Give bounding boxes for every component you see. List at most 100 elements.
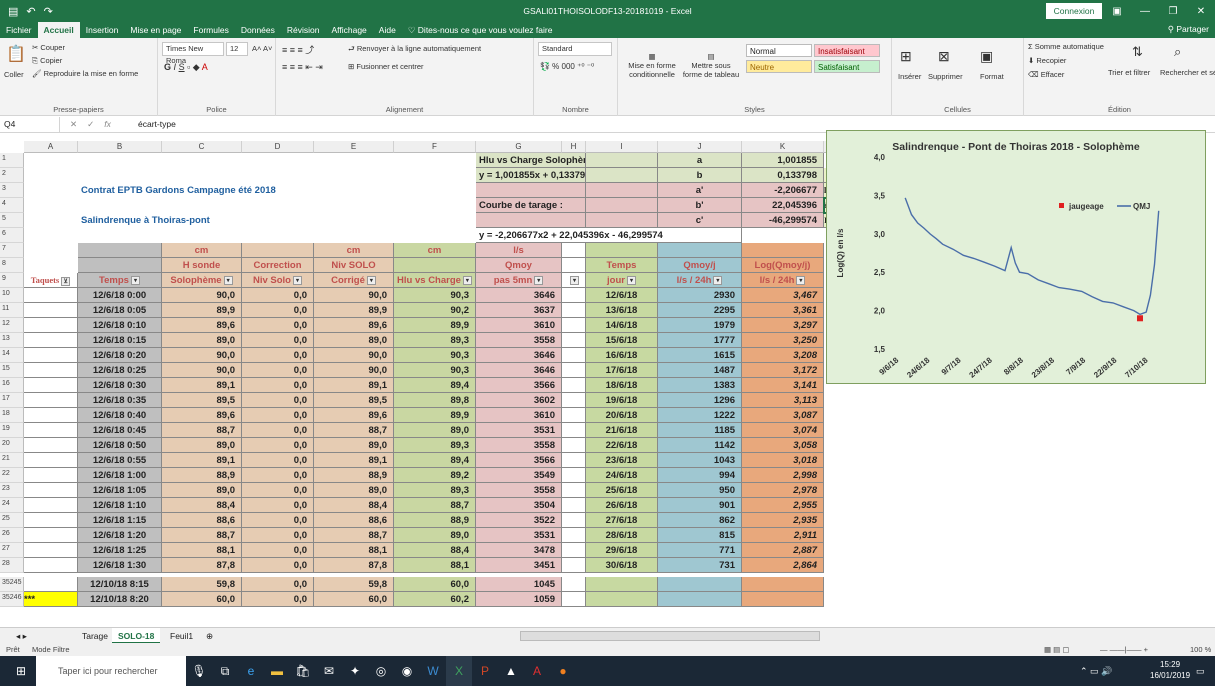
row-header[interactable]: 24: [0, 498, 24, 513]
data-cell[interactable]: 3558: [476, 483, 562, 498]
style-satisfaisant[interactable]: Satisfaisant: [814, 60, 880, 73]
cell-taquets[interactable]: [24, 363, 78, 378]
row-header[interactable]: 35246: [0, 592, 24, 607]
data-cell[interactable]: 3,297: [742, 318, 824, 333]
acrobat-icon[interactable]: A: [524, 656, 550, 686]
data-cell[interactable]: 815: [658, 528, 742, 543]
cell[interactable]: [562, 528, 586, 543]
fx-icon[interactable]: fx: [104, 119, 111, 130]
column-header[interactable]: I: [586, 141, 658, 153]
mic-icon[interactable]: 🎙: [186, 656, 212, 686]
data-cell[interactable]: 30/6/18: [586, 558, 658, 573]
cell[interactable]: [562, 558, 586, 573]
data-cell[interactable]: 89,0: [314, 438, 394, 453]
cell[interactable]: [586, 153, 658, 168]
data-cell[interactable]: 89,3: [394, 438, 476, 453]
data-cell[interactable]: 3,074: [742, 423, 824, 438]
wrap-text-button[interactable]: ⮐ Renvoyer à la ligne automatiquement: [348, 43, 481, 56]
format-cells-icon[interactable]: ▣: [980, 48, 993, 65]
style-normal[interactable]: Normal: [746, 44, 812, 57]
header-cell[interactable]: [78, 258, 162, 273]
cell-taquets[interactable]: ***: [24, 592, 78, 607]
row-header[interactable]: 18: [0, 408, 24, 423]
data-cell[interactable]: 0,0: [242, 528, 314, 543]
data-cell[interactable]: 90,3: [394, 363, 476, 378]
data-cell[interactable]: 0,0: [242, 303, 314, 318]
filter-dropdown-icon[interactable]: ▾: [293, 275, 302, 285]
cell[interactable]: [562, 592, 586, 607]
data-cell[interactable]: 26/6/18: [586, 498, 658, 513]
cell-taquets[interactable]: [24, 318, 78, 333]
tab-accueil[interactable]: Accueil: [37, 22, 80, 38]
find-icon[interactable]: ⌕: [1174, 44, 1181, 60]
data-cell[interactable]: 89,0: [162, 333, 242, 348]
column-header[interactable]: B: [78, 141, 162, 153]
header-cell[interactable]: [562, 243, 586, 258]
explorer-icon[interactable]: ▬: [264, 656, 290, 686]
bold-icon[interactable]: G I S ▫ ◆ A: [164, 62, 208, 73]
data-cell[interactable]: 1777: [658, 333, 742, 348]
header-cell[interactable]: l/s / 24h ▾: [742, 273, 824, 288]
data-cell[interactable]: 88,9: [162, 468, 242, 483]
data-cell[interactable]: 0,0: [242, 438, 314, 453]
row-header[interactable]: 9: [0, 273, 24, 288]
data-cell[interactable]: 90,0: [314, 348, 394, 363]
row-header[interactable]: 20: [0, 438, 24, 453]
data-cell[interactable]: 90,3: [394, 288, 476, 303]
cell-coef-label[interactable]: b': [658, 198, 742, 213]
cell-taquets[interactable]: [24, 378, 78, 393]
column-header[interactable]: H: [562, 141, 586, 153]
app-icon[interactable]: ✦: [342, 656, 368, 686]
data-cell[interactable]: 90,0: [162, 348, 242, 363]
data-cell[interactable]: 0,0: [242, 423, 314, 438]
data-cell[interactable]: 0,0: [242, 408, 314, 423]
header-cell[interactable]: jour ▾: [586, 273, 658, 288]
data-cell[interactable]: 0,0: [242, 543, 314, 558]
data-cell[interactable]: 1615: [658, 348, 742, 363]
cell-coef-label[interactable]: a': [658, 183, 742, 198]
row-header[interactable]: 11: [0, 303, 24, 318]
paste-button[interactable]: Coller: [4, 70, 24, 79]
data-cell[interactable]: [658, 577, 742, 592]
row-header[interactable]: 4: [0, 198, 24, 213]
data-cell[interactable]: 88,7: [314, 423, 394, 438]
align-icon[interactable]: ≡ ≡ ≡ ⤴: [282, 43, 314, 56]
data-cell[interactable]: 29/6/18: [586, 543, 658, 558]
data-cell[interactable]: 2,978: [742, 483, 824, 498]
data-cell[interactable]: 2295: [658, 303, 742, 318]
data-cell[interactable]: 3,113: [742, 393, 824, 408]
autosum-button[interactable]: Σ Somme automatique: [1028, 42, 1104, 51]
row-header[interactable]: 17: [0, 393, 24, 408]
cell[interactable]: [562, 333, 586, 348]
app-icon[interactable]: ◉: [394, 656, 420, 686]
data-cell[interactable]: 1045: [476, 577, 562, 592]
header-cell[interactable]: [586, 243, 658, 258]
row-header[interactable]: 7: [0, 243, 24, 258]
data-cell[interactable]: [658, 592, 742, 607]
word-icon[interactable]: W: [420, 656, 446, 686]
number-format-select[interactable]: Standard: [538, 42, 612, 56]
data-cell[interactable]: 12/6/18 0:25: [78, 363, 162, 378]
header-cell[interactable]: ▾: [562, 273, 586, 288]
data-cell[interactable]: 994: [658, 468, 742, 483]
column-header[interactable]: A: [24, 141, 78, 153]
cell-coef-value[interactable]: -46,299574: [742, 213, 824, 228]
data-cell[interactable]: 12/6/18 0:35: [78, 393, 162, 408]
cell[interactable]: [562, 393, 586, 408]
cell-taquets[interactable]: [24, 498, 78, 513]
cell[interactable]: [562, 513, 586, 528]
row-header[interactable]: 16: [0, 378, 24, 393]
data-cell[interactable]: 19/6/18: [586, 393, 658, 408]
cell-hlu-label[interactable]: Hlu vs Charge Solophème: [476, 153, 586, 168]
cut-button[interactable]: ✂ Couper: [32, 43, 65, 52]
cell-courbe[interactable]: [476, 183, 586, 198]
data-cell[interactable]: 3,018: [742, 453, 824, 468]
delete-button[interactable]: Supprimer: [928, 72, 963, 81]
data-cell[interactable]: 12/6/18 1:25: [78, 543, 162, 558]
header-cell[interactable]: [78, 243, 162, 258]
data-cell[interactable]: 89,9: [162, 303, 242, 318]
notification-icon[interactable]: ▭: [1196, 666, 1205, 677]
header-cell[interactable]: l/s / 24h ▾: [658, 273, 742, 288]
header-cell[interactable]: Qmoy: [476, 258, 562, 273]
cell[interactable]: [562, 363, 586, 378]
